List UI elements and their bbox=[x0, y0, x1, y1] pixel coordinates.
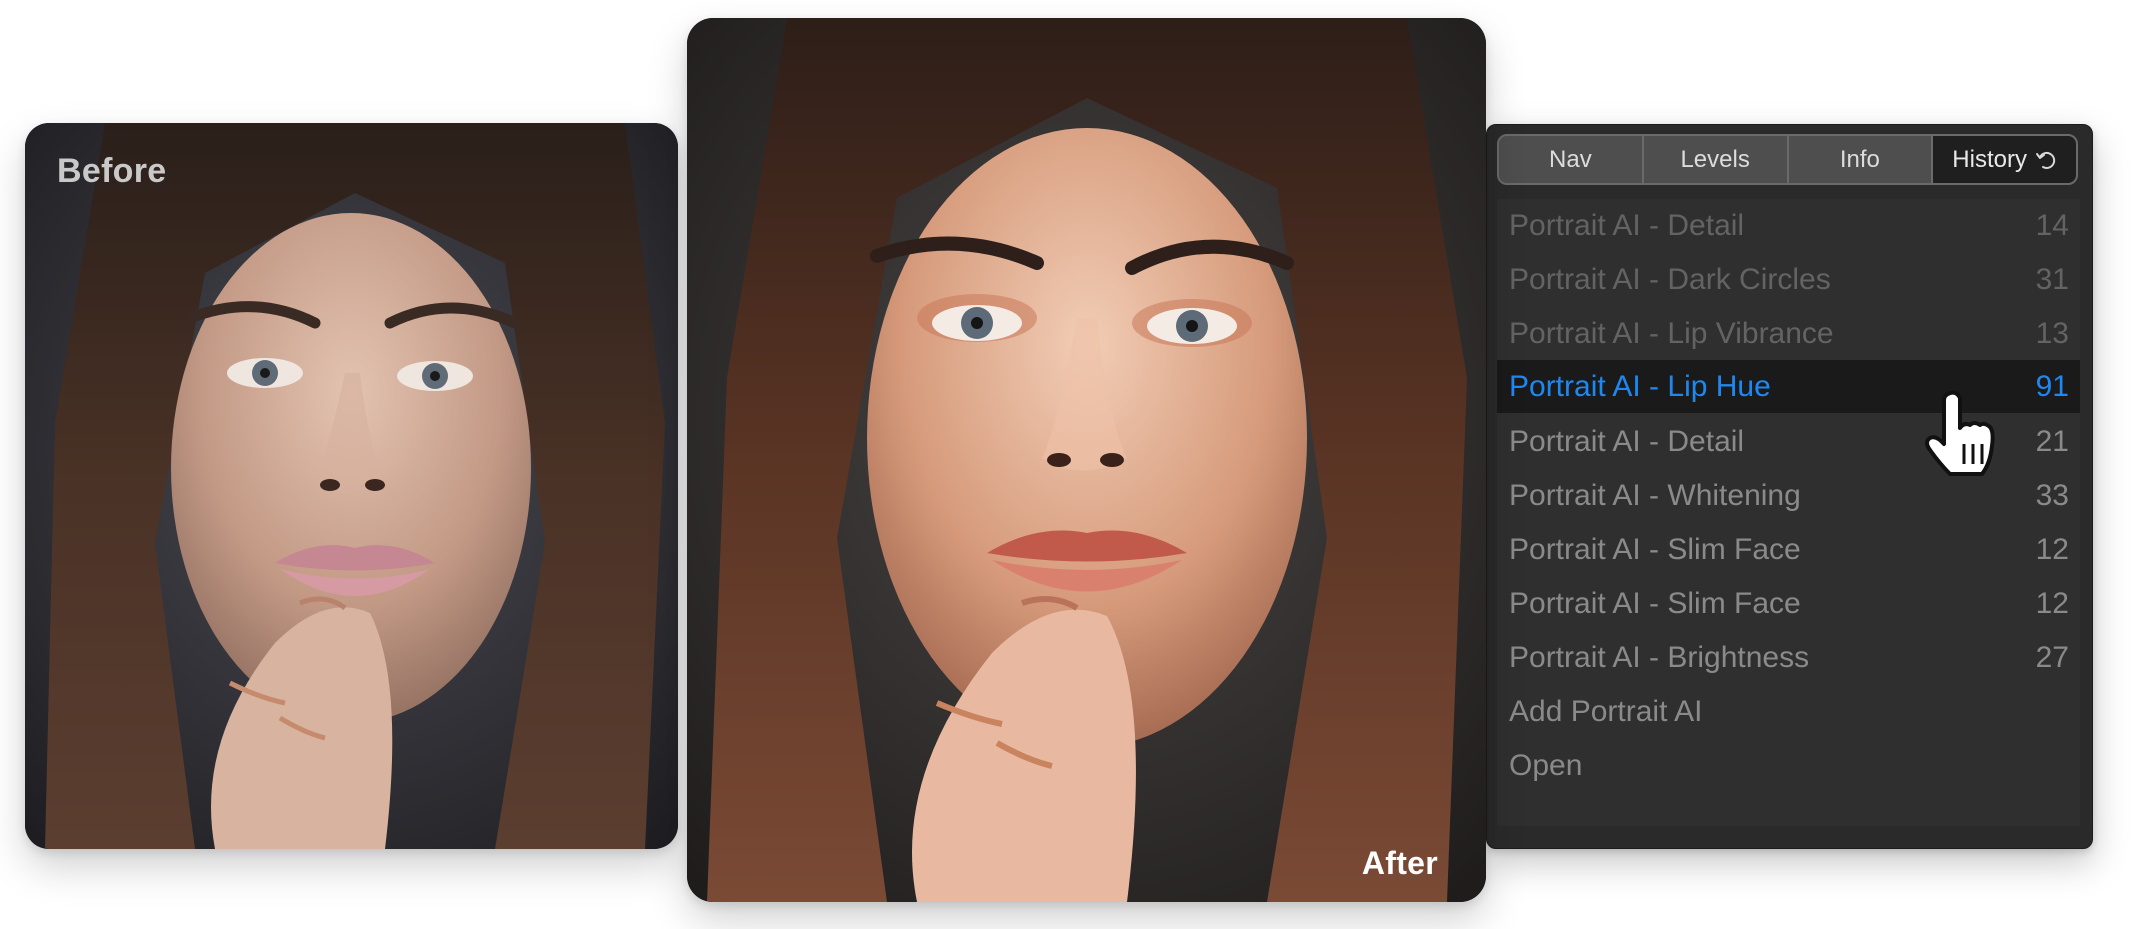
history-item-value: 91 bbox=[2035, 369, 2069, 403]
tab-nav[interactable]: Nav bbox=[1499, 136, 1644, 183]
tab-levels[interactable]: Levels bbox=[1643, 136, 1789, 183]
tab-label: Info bbox=[1839, 145, 1880, 173]
history-panel: Nav Levels Info History Portrait AI - De… bbox=[1486, 124, 2093, 849]
history-item-value: 27 bbox=[2035, 641, 2069, 674]
history-item[interactable]: Portrait AI - Brightness 27 bbox=[1497, 632, 2080, 684]
pointing-hand-cursor-icon bbox=[1920, 388, 2004, 480]
tab-label: History bbox=[1952, 145, 2027, 173]
before-photo-card: Before bbox=[25, 123, 678, 849]
tab-info[interactable]: Info bbox=[1788, 136, 1934, 183]
tab-label: Levels bbox=[1680, 145, 1750, 173]
history-item[interactable]: Open bbox=[1497, 740, 2080, 792]
history-item[interactable]: Portrait AI - Dark Circles 31 bbox=[1497, 254, 2080, 306]
after-portrait-image bbox=[687, 18, 1486, 902]
history-item[interactable]: Portrait AI - Slim Face 12 bbox=[1497, 524, 2080, 576]
tab-history[interactable]: History bbox=[1933, 136, 2076, 183]
history-item-value: 31 bbox=[2035, 263, 2069, 296]
history-item-label: Portrait AI - Slim Face bbox=[1509, 587, 1801, 620]
history-item-label: Portrait AI - Lip Hue bbox=[1509, 369, 1771, 403]
after-photo-card: After bbox=[687, 18, 1486, 902]
history-list: Portrait AI - Detail 14 Portrait AI - Dark… bbox=[1497, 199, 2080, 826]
history-item-value: 21 bbox=[2035, 425, 2069, 458]
before-portrait-image bbox=[25, 123, 678, 849]
history-item-label: Portrait AI - Brightness bbox=[1509, 641, 1810, 674]
undo-history-icon bbox=[2035, 149, 2057, 171]
history-item-label: Portrait AI - Dark Circles bbox=[1509, 263, 1831, 296]
history-item-value: 12 bbox=[2035, 533, 2069, 566]
history-item-label: Open bbox=[1509, 749, 1583, 782]
history-item[interactable]: Portrait AI - Lip Vibrance 13 bbox=[1497, 308, 2080, 360]
history-item-label: Add Portrait AI bbox=[1509, 695, 1703, 728]
history-item-value: 12 bbox=[2035, 587, 2069, 620]
after-label: After bbox=[1361, 845, 1438, 881]
before-label: Before bbox=[57, 152, 167, 190]
history-item-label: Portrait AI - Whitening bbox=[1509, 479, 1801, 512]
tab-label: Nav bbox=[1549, 145, 1592, 173]
history-item-label: Portrait AI - Detail bbox=[1509, 425, 1745, 458]
history-item-value: 13 bbox=[2035, 317, 2069, 350]
history-item[interactable]: Portrait AI - Detail 14 bbox=[1497, 200, 2080, 252]
history-item[interactable]: Portrait AI - Slim Face 12 bbox=[1497, 578, 2080, 630]
history-item-label: Portrait AI - Slim Face bbox=[1509, 533, 1801, 566]
history-item[interactable]: Add Portrait AI bbox=[1497, 686, 2080, 738]
history-item-label: Portrait AI - Detail bbox=[1509, 209, 1745, 242]
panel-tab-bar: Nav Levels Info History bbox=[1497, 134, 2078, 185]
history-item-value: 14 bbox=[2035, 209, 2069, 242]
history-item-value: 33 bbox=[2035, 479, 2069, 512]
history-item-label: Portrait AI - Lip Vibrance bbox=[1509, 317, 1834, 350]
